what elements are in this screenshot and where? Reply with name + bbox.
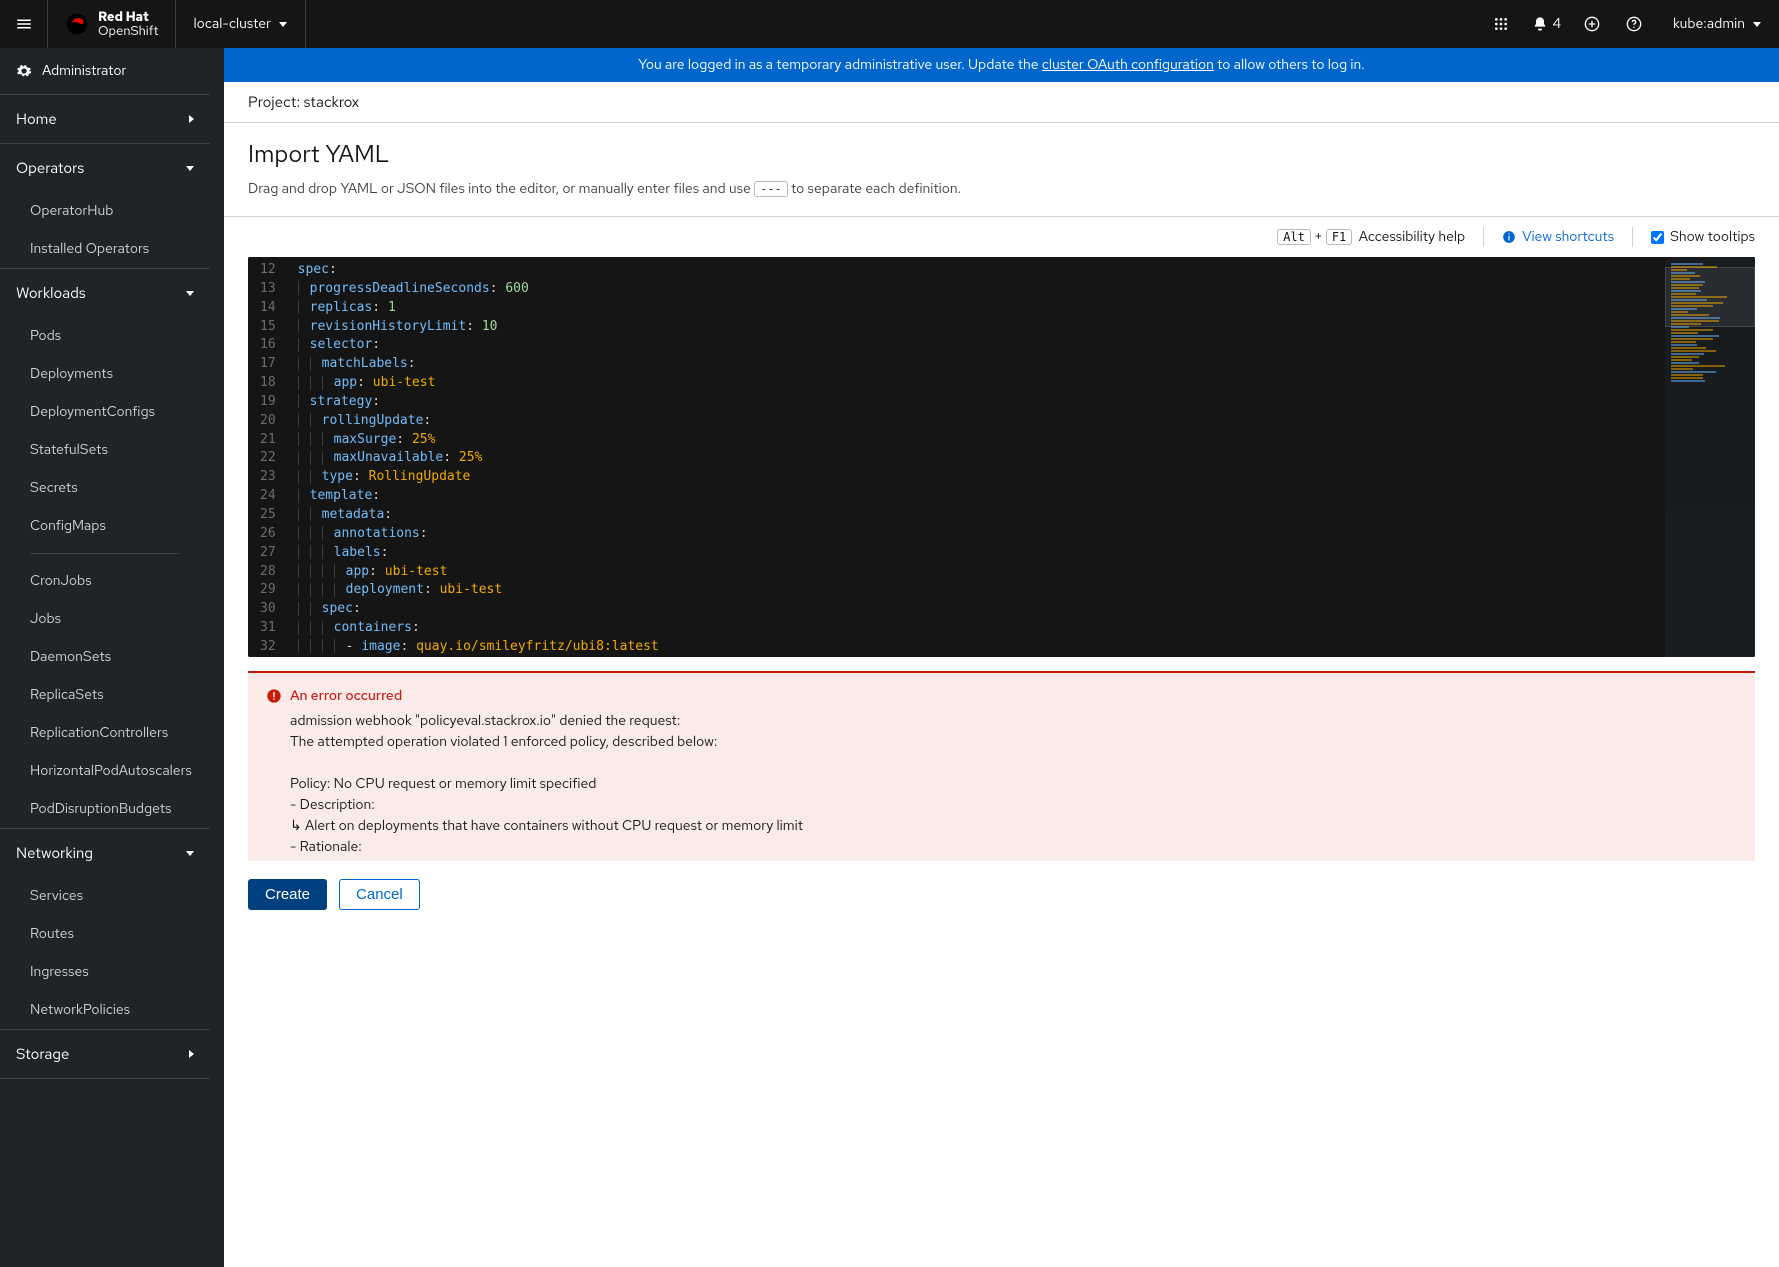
- desc-part2: to separate each definition.: [788, 180, 961, 198]
- chevron-down-icon: [186, 291, 194, 296]
- project-label: Project:: [248, 92, 300, 112]
- banner-prefix: You are logged in as a temporary adminis…: [638, 56, 1042, 74]
- nav-item-operatorhub[interactable]: OperatorHub: [0, 192, 210, 230]
- error-icon: [266, 688, 282, 704]
- nav-item-replicationcontrollers[interactable]: ReplicationControllers: [0, 714, 210, 752]
- nav-section-label: Operators: [16, 158, 84, 178]
- help-button[interactable]: [1613, 0, 1655, 48]
- create-button[interactable]: Create: [248, 879, 327, 910]
- notification-count: 4: [1552, 15, 1561, 33]
- banner-link[interactable]: cluster OAuth configuration: [1042, 56, 1214, 74]
- perspective-label: Administrator: [42, 62, 126, 80]
- masthead: Red Hat OpenShift local-cluster 4 kube:a…: [0, 0, 1779, 48]
- chevron-right-icon: [189, 1050, 194, 1058]
- kbd-f1: F1: [1326, 229, 1352, 245]
- chevron-down-icon: [186, 166, 194, 171]
- line-gutter: 1213141516171819202122232425262728293031…: [248, 257, 286, 657]
- user-menu[interactable]: kube:admin: [1655, 15, 1779, 33]
- notifications-button[interactable]: 4: [1522, 0, 1571, 48]
- code-area[interactable]: spec:progressDeadlineSeconds: 600replica…: [286, 257, 1665, 657]
- cancel-button[interactable]: Cancel: [339, 879, 420, 910]
- yaml-editor[interactable]: 1213141516171819202122232425262728293031…: [248, 257, 1755, 657]
- nav-section-home[interactable]: Home: [0, 95, 210, 143]
- redhat-logo-icon: [64, 11, 90, 37]
- chevron-down-icon: [186, 851, 194, 856]
- brand-line2: OpenShift: [98, 24, 159, 38]
- desc-part1: Drag and drop YAML or JSON files into th…: [248, 180, 754, 198]
- nav-section-operators[interactable]: Operators: [0, 144, 210, 192]
- nav-item-horizontalpodautoscalers[interactable]: HorizontalPodAutoscalers: [0, 752, 210, 790]
- page-title: Import YAML: [248, 139, 1755, 170]
- view-shortcuts-link[interactable]: View shortcuts: [1502, 228, 1614, 246]
- nav-item-pods[interactable]: Pods: [0, 317, 210, 355]
- nav-item-configmaps[interactable]: ConfigMaps: [0, 507, 210, 545]
- nav-item-routes[interactable]: Routes: [0, 915, 210, 953]
- nav-subdivider: [30, 553, 180, 554]
- nav-section-label: Home: [16, 109, 57, 129]
- kbd-alt: Alt: [1277, 229, 1311, 245]
- sidebar: Administrator HomeOperatorsOperatorHubIn…: [0, 48, 210, 1079]
- nav-item-installed-operators[interactable]: Installed Operators: [0, 230, 210, 268]
- main-content: You are logged in as a temporary adminis…: [224, 48, 1779, 1267]
- project-picker[interactable]: Project: stackrox: [248, 92, 369, 112]
- user-name: kube:admin: [1673, 15, 1745, 33]
- gear-icon: [16, 63, 32, 79]
- a11y-hint: Alt + F1 Accessibility help: [1277, 228, 1465, 246]
- separator: [1632, 227, 1633, 247]
- caret-down-icon: [1753, 22, 1761, 27]
- page-header: Import YAML Drag and drop YAML or JSON f…: [224, 123, 1779, 217]
- error-panel: An error occurred admission webhook "pol…: [248, 671, 1755, 861]
- nav-item-networkpolicies[interactable]: NetworkPolicies: [0, 991, 210, 1029]
- project-name: stackrox: [304, 92, 359, 112]
- nav-item-cronjobs[interactable]: CronJobs: [0, 562, 210, 600]
- plus-sign: +: [1314, 228, 1322, 246]
- nav-item-secrets[interactable]: Secrets: [0, 469, 210, 507]
- banner-suffix: to allow others to log in.: [1214, 56, 1365, 74]
- page-description: Drag and drop YAML or JSON files into th…: [248, 180, 1755, 198]
- nav-section-label: Networking: [16, 843, 93, 863]
- editor-toolbar: Alt + F1 Accessibility help View shortcu…: [224, 217, 1779, 257]
- perspective-switcher[interactable]: Administrator: [0, 48, 210, 95]
- nav-section-storage[interactable]: Storage: [0, 1030, 210, 1078]
- chevron-right-icon: [189, 115, 194, 123]
- cluster-name: local-cluster: [194, 15, 271, 33]
- nav-divider: [0, 1078, 210, 1079]
- hamburger-button[interactable]: [0, 0, 48, 48]
- separator: [1483, 227, 1484, 247]
- nav-section-label: Workloads: [16, 283, 86, 303]
- info-icon: [1502, 230, 1516, 244]
- a11y-label: Accessibility help: [1359, 228, 1465, 246]
- nav-section-label: Storage: [16, 1044, 69, 1064]
- login-banner: You are logged in as a temporary adminis…: [224, 48, 1779, 82]
- nav-item-poddisruptionbudgets[interactable]: PodDisruptionBudgets: [0, 790, 210, 828]
- nav-section-networking[interactable]: Networking: [0, 829, 210, 877]
- app-launcher-button[interactable]: [1480, 0, 1522, 48]
- show-tooltips-toggle[interactable]: Show tooltips: [1651, 228, 1755, 246]
- nav-item-statefulsets[interactable]: StatefulSets: [0, 431, 210, 469]
- nav-section-workloads[interactable]: Workloads: [0, 269, 210, 317]
- caret-down-icon: [279, 22, 287, 27]
- add-button[interactable]: [1571, 0, 1613, 48]
- nav-item-replicasets[interactable]: ReplicaSets: [0, 676, 210, 714]
- desc-kbd: ---: [754, 181, 788, 197]
- footer-actions: Create Cancel: [224, 861, 1779, 928]
- error-title: An error occurred: [290, 687, 402, 705]
- error-body: admission webhook "policyeval.stackrox.i…: [290, 711, 1737, 861]
- nav-item-deployments[interactable]: Deployments: [0, 355, 210, 393]
- brand: Red Hat OpenShift: [48, 0, 176, 48]
- nav-item-ingresses[interactable]: Ingresses: [0, 953, 210, 991]
- nav-item-daemonsets[interactable]: DaemonSets: [0, 638, 210, 676]
- nav-item-deploymentconfigs[interactable]: DeploymentConfigs: [0, 393, 210, 431]
- nav-item-services[interactable]: Services: [0, 877, 210, 915]
- minimap[interactable]: [1665, 257, 1755, 657]
- project-bar: Project: stackrox: [224, 82, 1779, 123]
- shortcuts-label: View shortcuts: [1522, 228, 1614, 246]
- nav-item-jobs[interactable]: Jobs: [0, 600, 210, 638]
- tooltips-checkbox[interactable]: [1651, 231, 1664, 244]
- minimap-viewport[interactable]: [1665, 267, 1755, 327]
- cluster-picker[interactable]: local-cluster: [176, 0, 306, 48]
- tooltips-label: Show tooltips: [1670, 228, 1755, 246]
